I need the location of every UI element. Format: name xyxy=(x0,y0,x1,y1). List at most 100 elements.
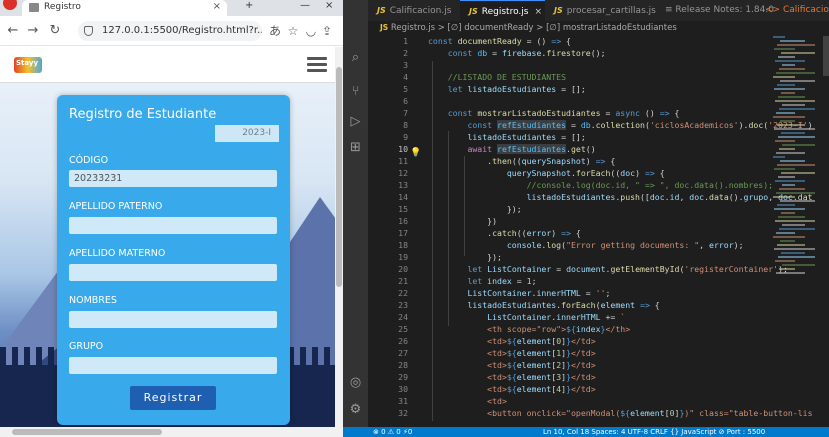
tab-calificacion-html[interactable]: <> Calificacion. xyxy=(756,0,829,21)
back-icon[interactable]: ← xyxy=(4,22,22,40)
translate-icon[interactable]: あ xyxy=(266,22,284,40)
tab-registro-js[interactable]: JS Registro.js × xyxy=(460,0,545,21)
code-line: let index = 1; xyxy=(467,276,537,286)
registration-form: Registro de Estudiante 2023-I CÓDIGO 202… xyxy=(57,95,290,425)
tab-procesar-cartillas-js[interactable]: JS procesar_cartillas.js xyxy=(545,0,656,21)
minimap-line xyxy=(774,208,805,210)
minimap-line xyxy=(779,268,795,270)
minimap-line xyxy=(780,240,795,242)
share-icon[interactable]: ⇪ xyxy=(318,22,336,40)
codigo-input[interactable]: 20233231 xyxy=(69,170,277,187)
code-area[interactable]: 1 2 3 4 5 6 7 8 9 10 11 12 13 14 15 16 17 18 19 20 21 22 23 24 2… xyxy=(368,36,813,427)
gear-icon[interactable]: ⚙ xyxy=(348,402,363,417)
minimap-line xyxy=(778,216,805,218)
minimap-line xyxy=(775,100,815,102)
apellido-paterno-input[interactable] xyxy=(69,217,277,234)
code-line: const mostrarListadoEstudiantes = async … xyxy=(447,108,680,118)
logo-text: Stayy xyxy=(16,59,39,67)
minimap-line xyxy=(778,176,795,178)
line-number: 6 xyxy=(403,96,408,106)
minimap-line xyxy=(776,272,805,274)
minimap-line xyxy=(779,148,795,150)
line-number: 30 xyxy=(398,384,408,394)
code-line: <th scope="row">${index}</th> xyxy=(487,324,631,334)
vertical-scrollbar[interactable] xyxy=(335,47,343,427)
code-line: listadoEstudiantes = []; xyxy=(467,132,586,142)
code-line: }); xyxy=(428,204,522,214)
minimap-line xyxy=(773,76,795,78)
minimap-line xyxy=(778,56,795,58)
grupo-label: GRUPO xyxy=(69,341,104,352)
release-notes-icon: ≡ xyxy=(665,5,673,15)
minimap-line xyxy=(776,112,795,114)
browser-toolbar: ← → ↻ 127.0.0.1:5500/Registro.html?r... … xyxy=(0,16,343,46)
line-number: 20 xyxy=(398,264,408,274)
apellido-materno-label: APELLIDO MATERNO xyxy=(69,248,166,259)
site-logo[interactable]: Stayy xyxy=(14,57,42,73)
breadcrumb[interactable]: JS Registro.js > [∅] documentReady > [∅]… xyxy=(368,21,829,35)
code-line: }); xyxy=(428,252,502,262)
minimap-line xyxy=(777,44,815,46)
line-number: 19 xyxy=(398,252,408,262)
minimap-line xyxy=(776,232,795,234)
line-number: 27 xyxy=(398,348,408,358)
apellido-materno-input[interactable] xyxy=(69,264,277,281)
minimap-line xyxy=(777,84,795,86)
code-line: listadoEstudiantes.push([doc.id, doc.dat… xyxy=(526,192,813,202)
reload-icon[interactable]: ↻ xyxy=(46,22,64,40)
tab-close-icon[interactable]: × xyxy=(213,0,221,14)
extensions-icon[interactable]: ⊞ xyxy=(348,140,363,155)
code-line: const documentReady = () => { xyxy=(428,36,571,46)
close-window-button[interactable]: × xyxy=(325,0,333,11)
line-number: 22 xyxy=(398,288,408,298)
minimap-line xyxy=(782,224,805,226)
minimap-line xyxy=(775,60,805,62)
line-number: 32 xyxy=(398,408,408,418)
line-number: 21 xyxy=(398,276,408,286)
code-line: //LISTADO DE ESTUDIANTES xyxy=(447,72,567,82)
lightbulb-icon[interactable]: 💡 xyxy=(410,148,421,158)
minimap-line xyxy=(780,40,805,42)
status-bar: ⊗ 0 ⚠ 0 ⚡0 Ln 10, Col 18 Spaces: 4 UTF-8… xyxy=(343,427,829,437)
forward-icon[interactable]: → xyxy=(24,22,42,40)
run-debug-icon[interactable]: ▷ xyxy=(348,114,363,129)
minimap-line xyxy=(781,252,805,254)
code-editor-window: ⌕ ⑂ ▷ ⊞ ◎ ⚙ JS Calificacion.js JS Registro… xyxy=(343,0,829,437)
search-icon[interactable]: ⌕ xyxy=(348,50,363,65)
period-field[interactable]: 2023-I xyxy=(215,125,279,142)
horizontal-scrollbar[interactable] xyxy=(0,427,343,437)
hamburger-menu-icon[interactable] xyxy=(307,55,327,73)
minimap[interactable] xyxy=(773,36,823,427)
problems-indicator[interactable]: ⊗ 0 ⚠ 0 ⚡0 xyxy=(373,427,412,437)
browser-tab[interactable]: Registro × xyxy=(22,0,227,16)
tab-calificacion-js[interactable]: JS Calificacion.js xyxy=(368,0,460,21)
code-line: <td>${element[3]}</td> xyxy=(487,372,596,382)
shield-icon xyxy=(84,26,93,36)
registrar-button[interactable]: Registrar xyxy=(130,386,216,410)
tab-close-icon[interactable]: × xyxy=(534,7,542,17)
grupo-input[interactable] xyxy=(69,357,277,374)
line-number: 24 xyxy=(398,312,408,322)
nombres-input[interactable] xyxy=(69,311,277,328)
status-info[interactable]: Ln 10, Col 18 Spaces: 4 UTF-8 CRLF {} Ja… xyxy=(543,427,765,437)
site-navbar: Stayy xyxy=(0,47,343,83)
minimize-button[interactable]: — xyxy=(300,0,310,11)
account-icon[interactable]: ◎ xyxy=(348,375,363,390)
line-number: 25 xyxy=(398,324,408,334)
apellido-paterno-label: APELLIDO PATERNO xyxy=(69,201,163,212)
minimap-slider[interactable] xyxy=(823,36,829,76)
minimap-line xyxy=(776,192,815,194)
source-control-icon[interactable]: ⑂ xyxy=(348,84,363,99)
bookmark-star-icon[interactable]: ☆ xyxy=(284,22,302,40)
line-number: 15 xyxy=(398,204,408,214)
address-bar[interactable]: 127.0.0.1:5500/Registro.html?r... xyxy=(78,21,262,41)
code-line: <td>${element[4]}</td> xyxy=(487,384,596,394)
code-line: ListContainer.innerHTML = ''; xyxy=(467,288,611,298)
new-tab-icon[interactable]: + xyxy=(245,0,253,11)
favicon-icon xyxy=(29,3,39,12)
minimap-line xyxy=(779,188,805,190)
line-number: 3 xyxy=(403,60,408,70)
js-file-icon: JS xyxy=(554,6,563,15)
minimap-line xyxy=(781,212,795,214)
tab-release-notes[interactable]: ≡ Release Notes: 1.84.0 xyxy=(656,0,774,21)
